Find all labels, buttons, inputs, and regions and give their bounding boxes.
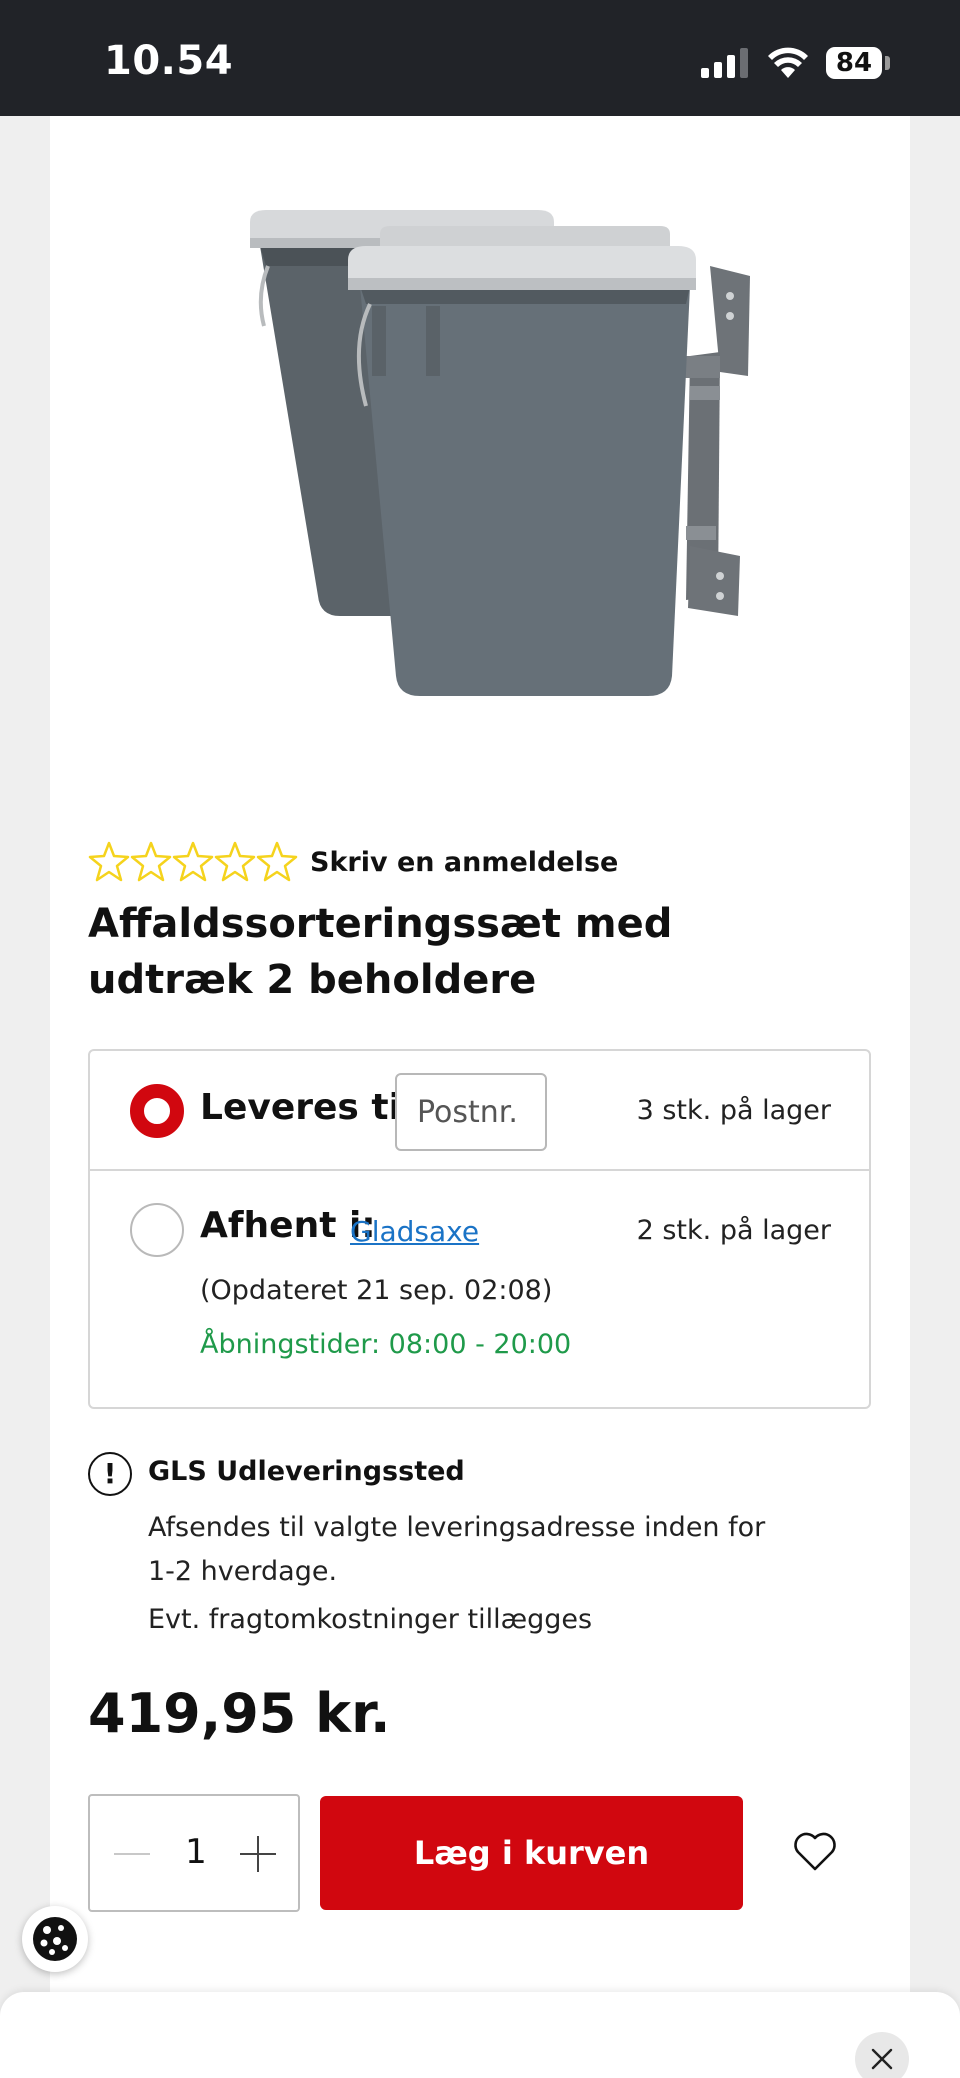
cookie-settings-button[interactable] (22, 1906, 88, 1972)
product-card: Skriv en anmeldelse Affaldssorteringssæt… (50, 116, 910, 1996)
product-title: Affaldssorteringssæt med udtræk 2 behold… (88, 901, 673, 1003)
battery-indicator: 84 (826, 47, 882, 79)
wifi-icon (768, 47, 808, 78)
delivery-options: Leveres til: 3 stk. på lager Afhent i: G… (88, 1049, 871, 1409)
shipping-info-text: Afsendes til valgte leveringsadresse ind… (148, 1512, 766, 1587)
star-icon[interactable] (256, 840, 298, 884)
rating-row: Skriv en anmeldelse (88, 838, 618, 886)
decrease-quantity-button[interactable] (110, 1832, 154, 1876)
increase-quantity-button[interactable] (236, 1832, 280, 1876)
close-button[interactable] (855, 2032, 909, 2078)
ship-radio[interactable] (130, 1084, 184, 1138)
shipping-info-extra: Evt. fragtomkostninger tillægges (148, 1604, 593, 1635)
bottom-sheet (0, 1992, 960, 2078)
postcode-input[interactable] (395, 1073, 547, 1151)
battery-nub (885, 56, 890, 70)
stock-updated: (Opdateret 21 sep. 02:08) (200, 1275, 553, 1306)
close-icon (871, 2048, 893, 2070)
rating-stars (88, 840, 298, 884)
product-image[interactable] (220, 176, 820, 756)
store-link[interactable]: Gladsaxe (350, 1215, 479, 1248)
cookie-icon (33, 1917, 77, 1961)
quantity-value[interactable]: 1 (178, 1832, 214, 1872)
write-review-link[interactable]: Skriv en anmeldelse (310, 847, 618, 878)
product-price: 419,95 kr. (88, 1682, 391, 1745)
heart-icon[interactable] (792, 1830, 838, 1872)
add-to-cart-button[interactable]: Læg i kurven (320, 1796, 743, 1910)
ship-stock: 3 stk. på lager (636, 1095, 831, 1126)
pickup-stock: 2 stk. på lager (636, 1215, 831, 1246)
star-icon[interactable] (214, 840, 256, 884)
star-icon[interactable] (130, 840, 172, 884)
star-icon[interactable] (172, 840, 214, 884)
ship-label: Leveres til: (200, 1087, 428, 1128)
shipping-info-title: GLS Udleveringssted (148, 1456, 465, 1487)
quantity-stepper: 1 (88, 1794, 300, 1912)
pickup-radio[interactable] (130, 1203, 184, 1257)
status-bar: 10.54 84 (0, 0, 960, 116)
delivery-option-ship[interactable]: Leveres til: 3 stk. på lager (90, 1051, 869, 1171)
star-icon[interactable] (88, 840, 130, 884)
cellular-signal-icon (701, 48, 748, 78)
status-time: 10.54 (104, 38, 234, 84)
delivery-option-pickup[interactable]: Afhent i: Gladsaxe 2 stk. på lager (Opda… (90, 1171, 869, 1409)
opening-hours: Åbningstider: 08:00 - 20:00 (200, 1329, 572, 1360)
info-icon: ! (88, 1452, 132, 1496)
